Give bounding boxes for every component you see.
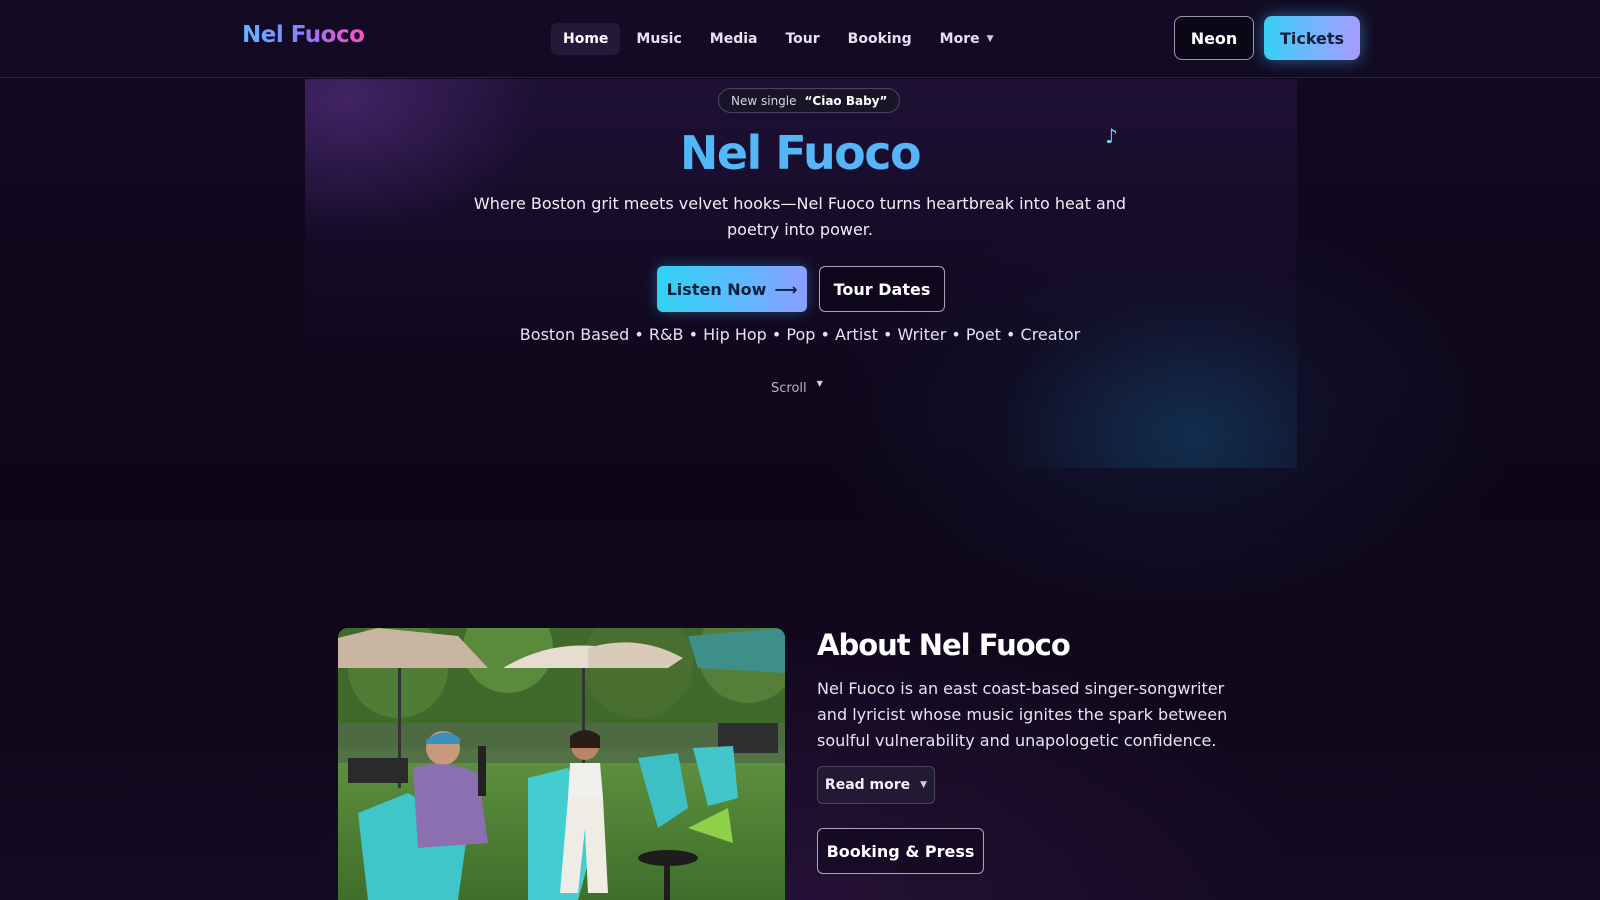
tour-dates-button[interactable]: Tour Dates bbox=[819, 266, 945, 312]
read-more-label: Read more bbox=[824, 777, 911, 793]
new-single-label: New single bbox=[731, 93, 797, 108]
scroll-indicator[interactable]: Scroll ▼ bbox=[771, 379, 823, 396]
new-single-badge[interactable]: New single “Ciao Baby” bbox=[718, 88, 901, 113]
nav-booking-label: Booking bbox=[847, 31, 912, 47]
caret-down-icon: ▼ bbox=[816, 379, 823, 388]
neon-theme-button[interactable]: Neon bbox=[1174, 16, 1254, 60]
listen-now-button[interactable]: Listen Now ⟶ bbox=[657, 266, 807, 312]
hero-subtitle: Where Boston grit meets velvet hooks—Nel… bbox=[473, 194, 1127, 239]
about-photo bbox=[338, 628, 785, 900]
nav-music[interactable]: Music bbox=[624, 23, 693, 55]
nav-music-label: Music bbox=[636, 31, 682, 47]
nav-booking[interactable]: Booking bbox=[836, 23, 924, 55]
genre-tags: Boston Based • R&B • Hip Hop • Pop • Art… bbox=[519, 325, 1081, 344]
hero-title: Nel Fuoco bbox=[0, 126, 1600, 180]
nav-home[interactable]: Home bbox=[551, 23, 621, 55]
main-menu: Home Music Media Tour Booking More ▼ bbox=[551, 22, 1006, 56]
booking-press-button[interactable]: Booking & Press bbox=[817, 828, 984, 874]
nav-tour-label: Tour bbox=[785, 31, 820, 47]
nav-media[interactable]: Media bbox=[698, 23, 770, 55]
about-title: About Nel Fuoco bbox=[817, 628, 1071, 662]
site-logo[interactable]: Nel Fuoco bbox=[242, 22, 365, 48]
nav-more-dropdown[interactable]: More ▼ bbox=[928, 23, 1006, 55]
outdoor-patio-photo bbox=[338, 628, 785, 900]
read-more-button[interactable]: Read more ▼ bbox=[817, 766, 935, 804]
tickets-button[interactable]: Tickets bbox=[1264, 16, 1360, 60]
nav-tour[interactable]: Tour bbox=[773, 23, 831, 55]
listen-now-label: Listen Now bbox=[666, 279, 767, 299]
nav-more-label: More bbox=[939, 31, 980, 47]
top-navigation: Nel Fuoco Home Music Media Tour Booking … bbox=[0, 0, 1600, 78]
arrow-right-icon: ⟶ bbox=[774, 279, 798, 299]
nav-media-label: Media bbox=[709, 31, 758, 47]
new-single-title: “Ciao Baby” bbox=[804, 93, 888, 108]
nav-home-label: Home bbox=[563, 31, 609, 47]
scroll-label: Scroll bbox=[771, 381, 807, 396]
about-text: Nel Fuoco is an east coast-based singer-… bbox=[817, 679, 1228, 750]
music-note-icon: ♪ bbox=[1105, 124, 1118, 148]
caret-down-icon: ▼ bbox=[986, 34, 994, 44]
caret-down-icon: ▼ bbox=[920, 780, 928, 790]
